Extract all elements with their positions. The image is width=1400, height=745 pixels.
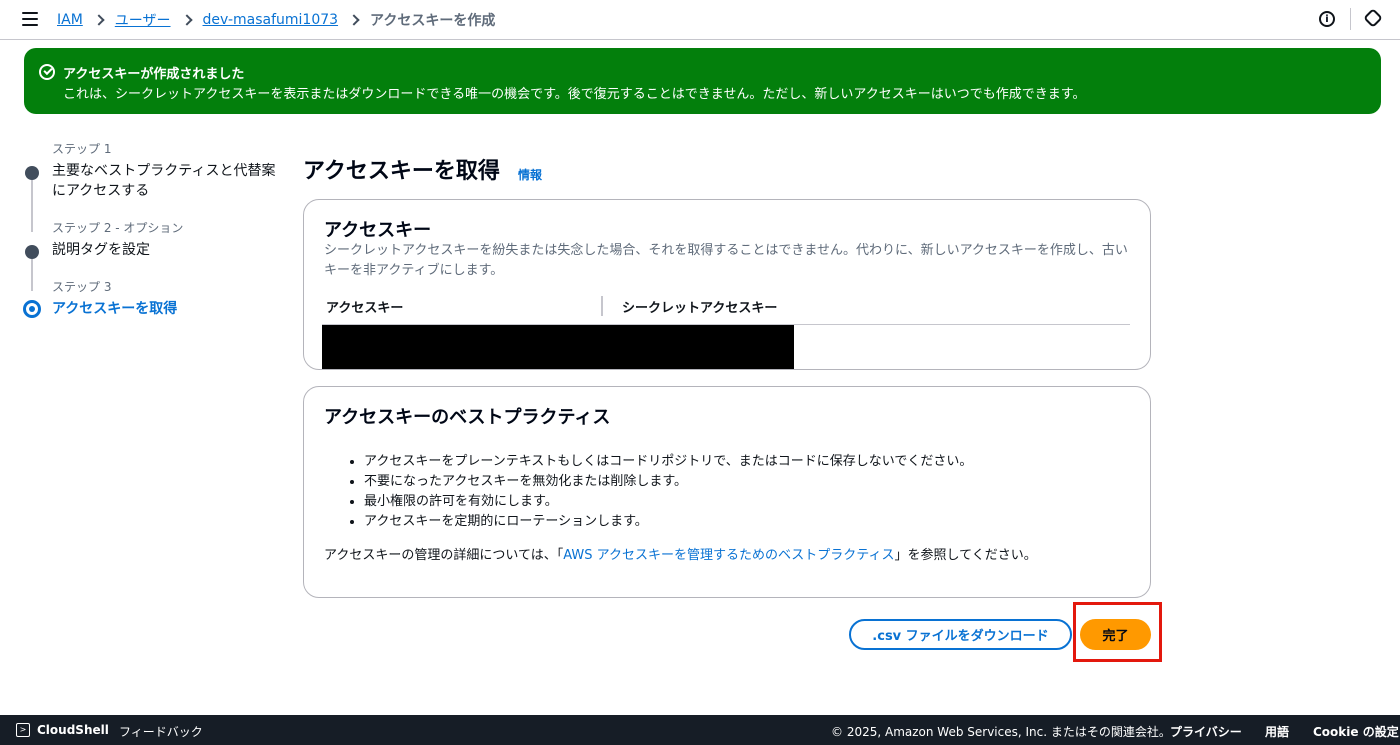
step-dot [25, 245, 39, 259]
card-description: シークレットアクセスキーを紛失または失念した場合、それを取得することはできません… [324, 243, 1128, 278]
best-practices-note: アクセスキーの管理の詳細については、「AWS アクセスキーを管理するためのベスト… [324, 544, 1037, 563]
info-link[interactable]: 情報 [518, 166, 542, 183]
best-practices-link[interactable]: AWS アクセスキーを管理するためのベストプラクティス [563, 548, 894, 563]
card-title: アクセスキーのベストプラクティス [324, 407, 611, 428]
step-label: ステップ 3 [52, 280, 112, 294]
feedback-link[interactable]: フィードバック [119, 723, 203, 740]
step-3[interactable]: ステップ 3 アクセスキーを取得 [23, 278, 284, 319]
copyright-text: © 2025, Amazon Web Services, Inc. またはその関… [831, 725, 1171, 739]
cloudshell-icon[interactable]: > [16, 723, 30, 737]
menu-icon[interactable] [22, 12, 38, 26]
cookie-settings-link[interactable]: Cookie の設定 [1313, 723, 1399, 740]
list-item: 不要になったアクセスキーを無効化または削除します。 [364, 472, 972, 492]
access-key-card: アクセスキー シークレットアクセスキーを紛失または失念した場合、それを取得するこ… [303, 199, 1151, 370]
page-title: アクセスキーを取得 [303, 159, 500, 184]
chevron-right-icon [348, 14, 360, 26]
terms-link[interactable]: 用語 [1265, 723, 1289, 740]
cloudshell-link[interactable]: CloudShell [37, 723, 109, 737]
settings-icon[interactable] [1363, 8, 1383, 28]
chevron-right-icon [93, 14, 105, 26]
download-csv-button[interactable]: .csv ファイルをダウンロード [849, 619, 1072, 650]
success-flash-message: アクセスキーが作成されました これは、シークレットアクセスキーを表示またはダウン… [24, 48, 1381, 114]
note-prefix: アクセスキーの管理の詳細については、「 [324, 548, 564, 563]
flash-title: アクセスキーが作成されました [63, 67, 245, 82]
chevron-right-icon [180, 14, 193, 26]
step-dot [25, 166, 39, 180]
note-suffix: 」を参照してください。 [894, 548, 1037, 563]
info-icon[interactable]: i [1319, 11, 1335, 27]
best-practices-card: アクセスキーのベストプラクティス アクセスキーをプレーンテキストもしくはコードリ… [303, 386, 1151, 598]
step-dot-active [23, 300, 41, 318]
breadcrumb-iam[interactable]: IAM [57, 12, 83, 28]
breadcrumb-current: アクセスキーを作成 [370, 13, 496, 29]
list-item: アクセスキーをプレーンテキストもしくはコードリポジトリで、またはコードに保存しな… [364, 452, 972, 472]
check-circle-icon [39, 64, 55, 80]
step-label: ステップ 2 - オプション [52, 221, 184, 235]
list-item: 最小権限の許可を有効にします。 [364, 492, 972, 512]
column-header-access-key: アクセスキー [326, 301, 404, 316]
divider [1350, 8, 1351, 30]
footer: > CloudShell フィードバック © 2025, Amazon Web … [0, 715, 1400, 745]
column-divider [601, 296, 603, 316]
card-title: アクセスキー [324, 220, 432, 241]
step-title: アクセスキーを取得 [52, 301, 178, 317]
step-2[interactable]: ステップ 2 - オプション 説明タグを設定 [24, 219, 284, 291]
list-item: アクセスキーを定期的にローテーションします。 [364, 512, 972, 532]
step-1[interactable]: ステップ 1 主要なベストプラクティスと代替案にアクセスする [24, 140, 284, 232]
wizard-steps: ステップ 1 主要なベストプラクティスと代替案にアクセスする ステップ 2 - … [23, 140, 284, 337]
step-label: ステップ 1 [52, 142, 112, 156]
privacy-link[interactable]: プライバシー [1170, 723, 1242, 740]
breadcrumb-users[interactable]: ユーザー [115, 10, 171, 30]
best-practices-list: アクセスキーをプレーンテキストもしくはコードリポジトリで、またはコードに保存しな… [364, 452, 972, 532]
step-title: 主要なベストプラクティスと代替案にアクセスする [52, 163, 276, 199]
top-navigation: IAM ユーザー dev-masafumi1073 アクセスキーを作成 i [0, 0, 1400, 40]
breadcrumb-user[interactable]: dev-masafumi1073 [203, 12, 339, 28]
step-title: 説明タグを設定 [52, 242, 150, 258]
breadcrumb: IAM ユーザー dev-masafumi1073 アクセスキーを作成 [57, 10, 495, 30]
redacted-keys [322, 325, 794, 369]
done-button[interactable]: 完了 [1080, 619, 1151, 650]
column-header-secret-key: シークレットアクセスキー [622, 301, 778, 316]
flash-body: これは、シークレットアクセスキーを表示またはダウンロードできる唯一の機会です。後… [63, 87, 1086, 102]
